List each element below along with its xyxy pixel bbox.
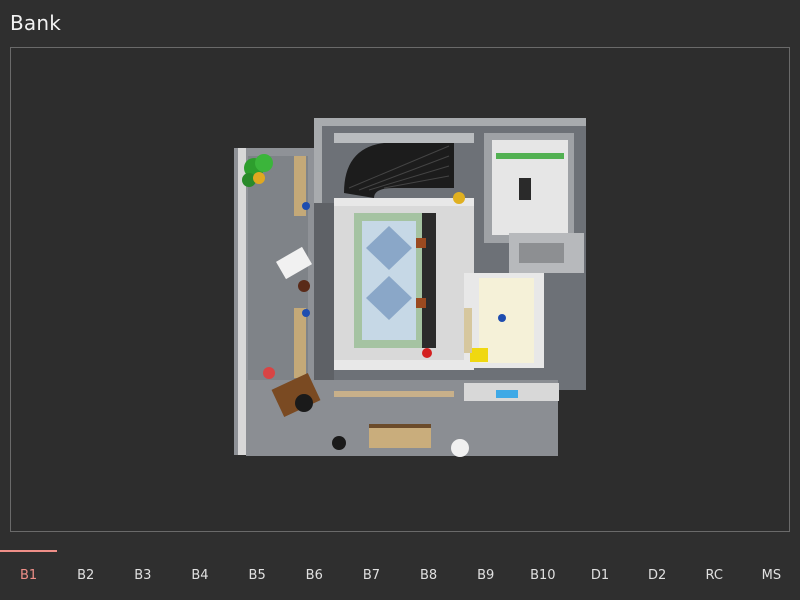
- tab-b9[interactable]: B9: [457, 550, 514, 600]
- tab-b1[interactable]: B1: [0, 550, 58, 600]
- floor-tabs: B1 B2 B3 B4 B5 B6 B7 B8 B9 B10 D1 D2 RC MS: [0, 550, 800, 600]
- model-viewport[interactable]: [10, 47, 790, 532]
- tab-b3[interactable]: B3: [114, 550, 171, 600]
- tab-b4[interactable]: B4: [171, 550, 228, 600]
- tab-b6[interactable]: B6: [286, 550, 343, 600]
- tab-d1[interactable]: D1: [571, 550, 628, 600]
- tab-ms[interactable]: MS: [743, 550, 800, 600]
- tab-b10[interactable]: B10: [514, 550, 571, 600]
- tab-b5[interactable]: B5: [229, 550, 286, 600]
- tab-b2[interactable]: B2: [57, 550, 114, 600]
- page-title: Bank: [10, 11, 62, 35]
- tab-d2[interactable]: D2: [629, 550, 686, 600]
- tab-b7[interactable]: B7: [343, 550, 400, 600]
- tab-rc[interactable]: RC: [686, 550, 743, 600]
- tab-b8[interactable]: B8: [400, 550, 457, 600]
- bank-floorplan-model[interactable]: [234, 118, 589, 463]
